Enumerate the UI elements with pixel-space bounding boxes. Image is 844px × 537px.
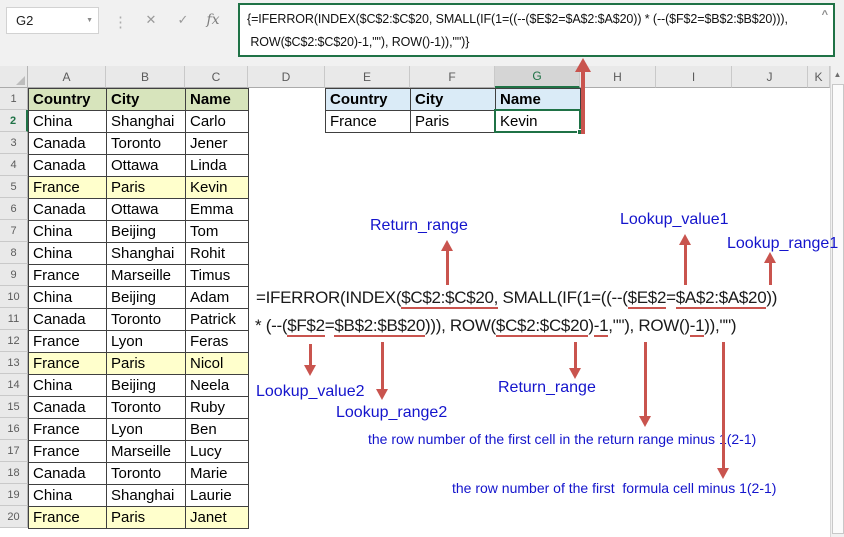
formula-text: = xyxy=(324,316,335,335)
arrow-shaft xyxy=(721,342,725,471)
arrow-shaft xyxy=(581,69,585,134)
note-formula-cell-minus1: the row number of the first formula cell… xyxy=(452,480,777,496)
arrow-lookup-range2 xyxy=(375,342,389,400)
arrow-shaft xyxy=(380,342,384,392)
formula-text: ))), ROW( xyxy=(424,316,496,335)
arrow-lookup-value2 xyxy=(303,344,317,376)
label-lookup-range2: Lookup_range2 xyxy=(336,404,448,421)
formula-highlighted-token: -1 xyxy=(689,316,705,337)
annotation-layer: =IFERROR(INDEX($C$2:$C$20, SMALL(IF(1=((… xyxy=(0,0,844,537)
arrow-shaft xyxy=(445,248,449,285)
label-return-range-bottom: Return_range xyxy=(498,379,596,396)
arrow-lookup-range1 xyxy=(763,252,777,285)
arrow-shaft xyxy=(573,342,577,371)
formula-highlighted-token: $B$2:$B$20 xyxy=(334,316,425,337)
arrow-return-range-bottom xyxy=(568,342,582,379)
formula-text: ,""), ROW() xyxy=(608,316,690,335)
arrow-shaft xyxy=(768,260,772,285)
label-lookup-range1: Lookup_range1 xyxy=(727,235,839,252)
formula-highlighted-token: -1 xyxy=(593,316,609,337)
arrow-lookup-value1 xyxy=(678,234,692,285)
arrow-note1 xyxy=(638,342,652,427)
arrow-shaft xyxy=(683,242,687,285)
formula-text: SMALL(IF(1=((--( xyxy=(498,288,628,307)
formula-text: )) xyxy=(766,288,778,307)
arrow-shaft xyxy=(308,344,312,368)
formula-highlighted-token: $A$2:$A$20 xyxy=(675,288,767,309)
grid-pointer-arrow xyxy=(574,58,592,134)
arrow-shaft xyxy=(643,342,647,419)
note-return-range-minus1: the row number of the first cell in the … xyxy=(368,431,757,447)
formula-highlighted-token: $F$2 xyxy=(287,316,325,337)
formula-highlighted-token: $E$2 xyxy=(627,288,667,309)
formula-highlighted-token: $C$2:$C$20 xyxy=(495,316,589,337)
formula-text: =IFERROR(INDEX( xyxy=(256,288,402,307)
label-return-range-top: Return_range xyxy=(370,217,468,234)
formula-highlighted-token: $C$2:$C$20, xyxy=(401,288,499,309)
arrow-return-range-top xyxy=(440,240,454,285)
formula-text: * (--( xyxy=(255,316,288,335)
formula-text: ) xyxy=(588,316,594,335)
annotated-formula-line2: * (--($F$2=$B$2:$B$20))), ROW($C$2:$C$20… xyxy=(255,316,737,337)
formula-text: = xyxy=(666,288,676,307)
formula-text: )),"") xyxy=(704,316,737,335)
label-lookup-value2: Lookup_value2 xyxy=(256,383,365,400)
label-lookup-value1: Lookup_value1 xyxy=(620,211,729,228)
arrow-note2 xyxy=(716,342,730,479)
annotated-formula-line1: =IFERROR(INDEX($C$2:$C$20, SMALL(IF(1=((… xyxy=(256,288,778,309)
